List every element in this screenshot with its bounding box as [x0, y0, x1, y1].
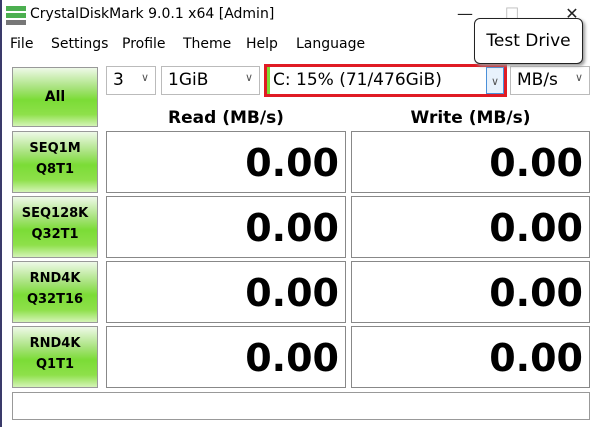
- read-header: Read (MB/s): [168, 108, 284, 128]
- read-result: 0.00: [106, 261, 346, 323]
- menu-settings[interactable]: Settings: [51, 36, 108, 52]
- menu-file[interactable]: File: [10, 36, 33, 52]
- unit-select[interactable]: MB/s ∨: [510, 66, 590, 95]
- size-select[interactable]: 1GiB ∨: [161, 66, 260, 95]
- write-header: Write (MB/s): [410, 108, 531, 128]
- write-result: 0.00: [351, 131, 590, 193]
- chevron-down-icon[interactable]: ∨: [486, 67, 504, 94]
- chevron-down-icon: ∨: [244, 71, 253, 84]
- all-label: All: [44, 89, 66, 105]
- test-button[interactable]: SEQ128K Q32T1: [12, 196, 98, 258]
- test-params: Q32T16: [26, 292, 84, 307]
- menu-theme[interactable]: Theme: [183, 36, 231, 52]
- test-params: Q32T1: [31, 227, 79, 242]
- drive-value: C: 15% (71/476GiB): [273, 70, 442, 90]
- test-name: RND4K: [29, 271, 81, 286]
- test-params: Q8T1: [35, 162, 74, 177]
- menu-language[interactable]: Language: [296, 36, 365, 52]
- count-select[interactable]: 3 ∨: [106, 66, 156, 95]
- test-params: Q1T1: [35, 357, 74, 372]
- test-name: SEQ128K: [21, 206, 89, 221]
- drive-usage-bar: [267, 67, 270, 94]
- read-result: 0.00: [106, 326, 346, 388]
- write-result: 0.00: [351, 261, 590, 323]
- chevron-down-icon: ∨: [574, 71, 583, 84]
- drive-select[interactable]: C: 15% (71/476GiB) ∨: [264, 64, 507, 97]
- write-result: 0.00: [351, 326, 590, 388]
- count-value: 3: [113, 70, 124, 90]
- test-button[interactable]: RND4K Q32T16: [12, 261, 98, 323]
- test-name: SEQ1M: [29, 141, 81, 156]
- unit-value: MB/s: [517, 70, 558, 90]
- test-button[interactable]: RND4K Q1T1: [12, 326, 98, 388]
- size-value: 1GiB: [168, 70, 209, 90]
- menu-help[interactable]: Help: [246, 36, 278, 52]
- menu-profile[interactable]: Profile: [122, 36, 166, 52]
- window-title: CrystalDiskMark 9.0.1 x64 [Admin]: [30, 6, 275, 22]
- read-result: 0.00: [106, 196, 346, 258]
- tooltip: Test Drive: [474, 18, 583, 64]
- app-icon: [6, 6, 26, 25]
- chevron-down-icon: ∨: [140, 71, 149, 84]
- test-button[interactable]: SEQ1M Q8T1: [12, 131, 98, 193]
- all-button[interactable]: All: [12, 67, 98, 127]
- test-name: RND4K: [29, 336, 81, 351]
- read-result: 0.00: [106, 131, 346, 193]
- status-bar: [12, 392, 590, 420]
- write-result: 0.00: [351, 196, 590, 258]
